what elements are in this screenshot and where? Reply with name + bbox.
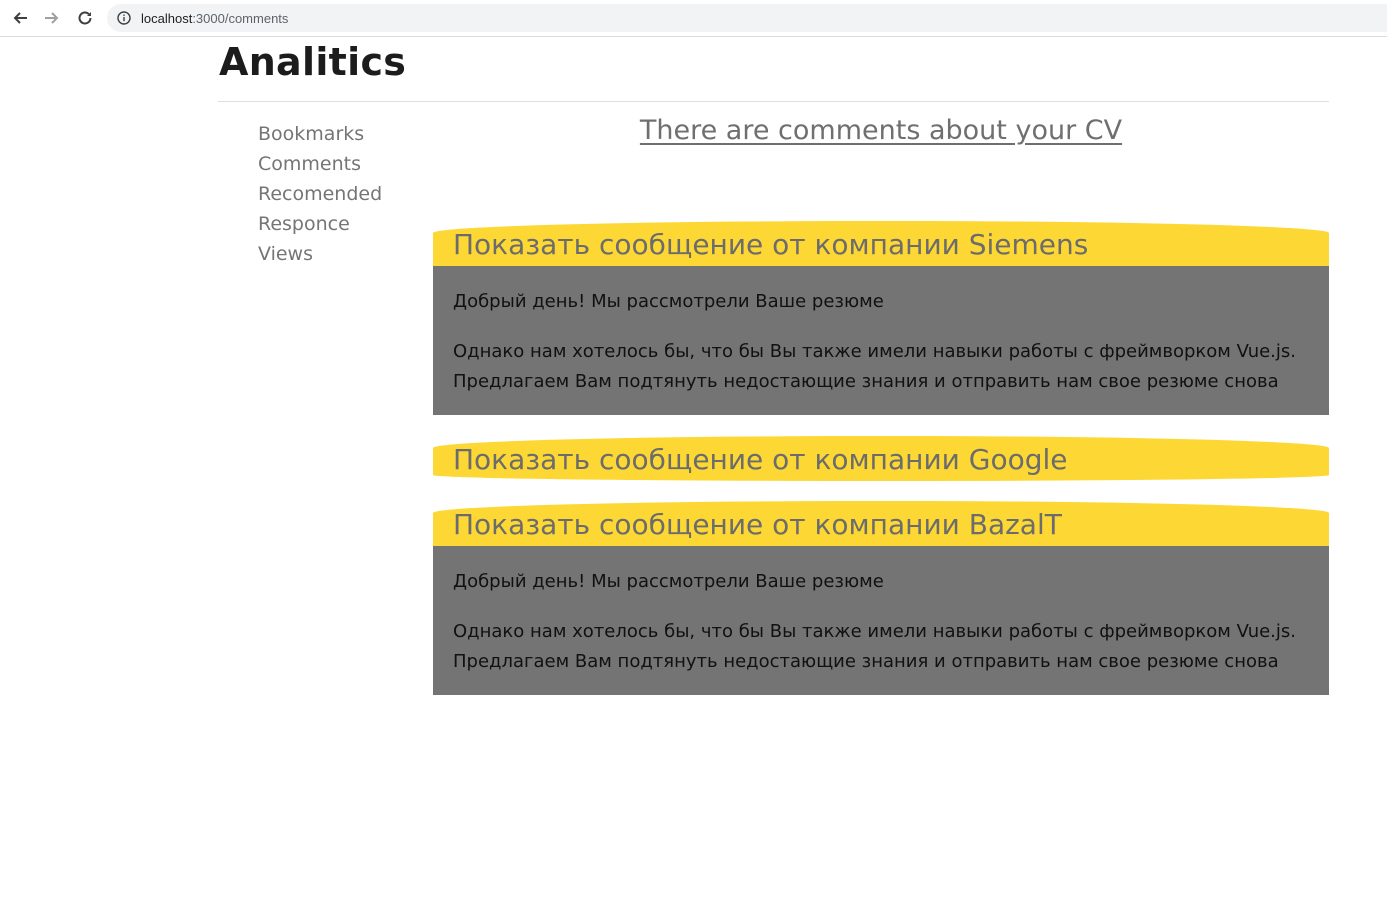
sidebar-nav: Bookmarks Comments Recomended Responce V…: [258, 119, 382, 269]
message-card-google: Показать сообщение от компании Google: [433, 436, 1329, 481]
sidebar-item-recomended[interactable]: Recomended: [258, 179, 382, 209]
url-path: :3000/comments: [192, 11, 289, 26]
back-button[interactable]: [9, 8, 31, 28]
browser-toolbar: localhost:3000/comments: [0, 0, 1387, 37]
message-card-siemens: Показать сообщение от компании Siemens Д…: [433, 221, 1329, 415]
message-line: Предлагаем Вам подтянуть недостающие зна…: [453, 651, 1279, 672]
message-greeting: Добрый день! Мы рассмотрели Ваше резюме: [453, 291, 884, 312]
page-title: Analitics: [219, 40, 407, 84]
forward-button[interactable]: [41, 8, 63, 28]
sidebar-item-views[interactable]: Views: [258, 239, 382, 269]
url-host: localhost: [141, 11, 193, 26]
message-line: Предлагаем Вам подтянуть недостающие зна…: [453, 371, 1279, 392]
arrow-right-icon: [45, 12, 59, 24]
address-bar[interactable]: localhost:3000/comments: [107, 4, 1387, 32]
arrow-left-icon: [13, 12, 27, 24]
sidebar-item-comments[interactable]: Comments: [258, 149, 382, 179]
message-line: Однако нам хотелось бы, что бы Вы также …: [453, 621, 1297, 642]
url-text: localhost:3000/comments: [141, 11, 288, 26]
message-body-bazalt: Добрый день! Мы рассмотрели Ваше резюме …: [433, 546, 1329, 695]
comments-heading[interactable]: There are comments about your CV: [433, 115, 1329, 146]
message-toggle-google[interactable]: Показать сообщение от компании Google: [433, 436, 1329, 481]
reload-icon: [78, 11, 92, 25]
message-line: Однако нам хотелось бы, что бы Вы также …: [453, 341, 1297, 362]
header-divider: [218, 101, 1329, 102]
reload-button[interactable]: [74, 8, 96, 28]
message-toggle-siemens[interactable]: Показать сообщение от компании Siemens: [433, 221, 1329, 266]
info-icon[interactable]: [117, 11, 131, 25]
message-greeting: Добрый день! Мы рассмотрели Ваше резюме: [453, 571, 884, 592]
message-toggle-bazalt[interactable]: Показать сообщение от компании BazalT: [433, 501, 1329, 546]
sidebar-item-bookmarks[interactable]: Bookmarks: [258, 119, 382, 149]
message-card-bazalt: Показать сообщение от компании BazalT До…: [433, 501, 1329, 695]
sidebar-item-responce[interactable]: Responce: [258, 209, 382, 239]
message-body-siemens: Добрый день! Мы рассмотрели Ваше резюме …: [433, 266, 1329, 415]
